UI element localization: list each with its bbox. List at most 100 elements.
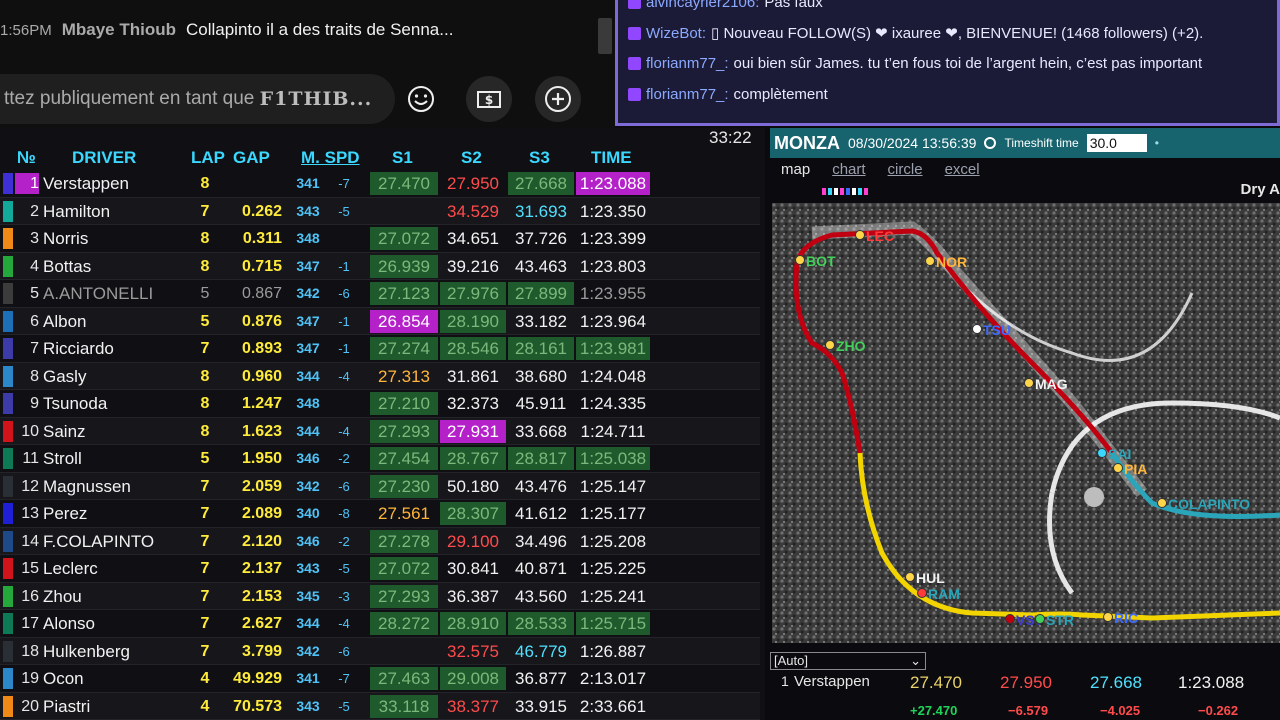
driver-marker[interactable] xyxy=(1097,448,1107,458)
cell-s2: 29.008 xyxy=(440,667,506,690)
table-row[interactable]: 2 Hamilton 7 0.262 343 -5 34.529 31.693 1:23.350 xyxy=(0,197,760,225)
cell-position: 1 xyxy=(15,173,39,194)
table-row[interactable]: 14 F.COLAPINTO 7 2.120 346 -2 27.278 29.100 34.4… xyxy=(0,527,760,555)
table-row[interactable]: 13 Perez 7 2.089 340 -8 27.561 28.307 41.612 1:25… xyxy=(0,500,760,528)
table-row[interactable]: 11 Stroll 5 1.950 346 -2 27.454 28.767 28.817 1:2… xyxy=(0,445,760,473)
message-time: 1:56PM xyxy=(0,21,52,39)
cell-lap: 7 xyxy=(200,202,210,220)
driver-marker[interactable] xyxy=(1005,614,1015,624)
superchat-button[interactable]: $ xyxy=(466,76,512,122)
team-color-marker xyxy=(3,695,13,717)
table-row[interactable]: 20 Piastri 4 70.573 343 -5 33.118 38.377 33.915 2… xyxy=(0,692,760,720)
header-s3[interactable]: S3 xyxy=(529,148,550,170)
table-row[interactable]: 16 Zhou 7 2.153 345 -3 27.293 36.387 43.560 1:25.… xyxy=(0,582,760,610)
table-row[interactable]: 7 Ricciardo 7 0.893 347 -1 27.274 28.546 28.161 1… xyxy=(0,335,760,363)
table-row[interactable]: 8 Gasly 8 0.960 344 -4 27.313 31.861 38.680 1:24.… xyxy=(0,362,760,390)
header-s1[interactable]: S1 xyxy=(392,148,413,170)
cell-speed-delta xyxy=(332,225,356,252)
driver-tag-label: HUL xyxy=(916,570,945,586)
driver-marker[interactable] xyxy=(1024,378,1034,388)
driver-marker[interactable] xyxy=(1113,463,1123,473)
cell-s3: 38.680 xyxy=(515,366,567,386)
table-row[interactable]: 12 Magnussen 7 2.059 342 -6 27.230 50.180 43.476… xyxy=(0,472,760,500)
driver-marker[interactable] xyxy=(925,256,935,266)
cell-speed-delta: -1 xyxy=(338,341,350,356)
chat-input[interactable]: ttez publiquement en tant que F1THIB... xyxy=(0,74,395,124)
table-row[interactable]: 4 Bottas 8 0.715 347 -1 26.939 39.216 43.463 1:23… xyxy=(0,252,760,280)
tab-excel[interactable]: excel xyxy=(945,161,980,178)
cell-s1: 27.072 xyxy=(370,227,438,250)
header-speed[interactable]: M. SPD xyxy=(301,148,360,170)
twitch-user[interactable]: WizeBot: xyxy=(646,25,706,42)
message-author[interactable]: Mbaye Thioub xyxy=(62,20,176,40)
driver-select[interactable]: [Auto] ⌄ xyxy=(770,652,926,670)
table-row[interactable]: 10 Sainz 8 1.623 344 -4 27.293 27.931 33.668 1:24… xyxy=(0,417,760,445)
driver-marker[interactable] xyxy=(855,230,865,240)
header-lap[interactable]: LAP xyxy=(191,148,225,170)
driver-marker[interactable] xyxy=(1035,614,1045,624)
status-dot: • xyxy=(1154,136,1159,150)
team-color-marker xyxy=(3,173,13,194)
driver-tag-label: BOT xyxy=(806,253,836,269)
cell-driver: Norris xyxy=(43,229,89,248)
twitch-text: oui bien sûr James. tu t’en fous toi de … xyxy=(733,55,1203,72)
cell-s2: 28.767 xyxy=(440,447,506,470)
team-color-marker xyxy=(3,530,13,552)
header-time[interactable]: TIME xyxy=(591,148,632,170)
twitch-message: florianm77_: complètement xyxy=(628,86,828,103)
cell-gap: 0.715 xyxy=(241,257,282,275)
chat-scrollbar[interactable] xyxy=(598,18,612,54)
cell-speed-delta: -2 xyxy=(338,451,350,466)
table-row[interactable]: 19 Ocon 4 49.929 341 -7 27.463 29.008 36.877 2:13… xyxy=(0,665,760,693)
tab-map[interactable]: map xyxy=(781,161,810,178)
twitch-user[interactable]: florianm77_: xyxy=(646,86,729,103)
driver-marker[interactable] xyxy=(825,340,835,350)
emoji-button[interactable] xyxy=(398,76,444,122)
header-driver[interactable]: DRIVER xyxy=(72,148,136,170)
cell-s1: 27.313 xyxy=(378,366,430,386)
cell-position: 18 xyxy=(21,642,39,660)
header-pos[interactable]: № xyxy=(17,148,36,170)
table-row[interactable]: 6 Albon 5 0.876 347 -1 26.854 28.190 33.182 1:23.… xyxy=(0,307,760,335)
driver-marker[interactable] xyxy=(1157,498,1167,508)
tab-circle[interactable]: circle xyxy=(888,161,923,178)
twitch-user[interactable]: florianm77_: xyxy=(646,55,729,72)
driver-marker[interactable] xyxy=(905,572,915,582)
cell-max-speed: 344 xyxy=(296,367,320,384)
add-button[interactable] xyxy=(535,76,581,122)
cell-s3: 45.911 xyxy=(515,394,567,413)
team-color-marker xyxy=(3,200,13,222)
driver-marker[interactable] xyxy=(795,255,805,265)
cell-s3: 40.871 xyxy=(515,559,567,578)
cell-s2: 29.100 xyxy=(447,531,499,551)
twitch-user[interactable]: alvincayrier2106: xyxy=(646,0,759,11)
table-row[interactable]: 15 Leclerc 7 2.137 343 -5 27.072 30.841 40.871 1:… xyxy=(0,555,760,583)
tab-chart[interactable]: chart xyxy=(832,161,865,178)
team-color-marker xyxy=(3,393,13,414)
table-row[interactable]: 17 Alonso 7 2.627 344 -4 28.272 28.910 28.533 1:2… xyxy=(0,610,760,638)
header-gap[interactable]: GAP xyxy=(233,148,270,170)
cell-max-speed: 342 xyxy=(296,642,320,659)
cell-gap: 3.799 xyxy=(241,642,282,660)
driver-tag-label: TSU xyxy=(983,322,1011,338)
cell-time: 1:25.038 xyxy=(576,447,650,470)
table-row[interactable]: 18 Hulkenberg 7 3.799 342 -6 32.575 46.779 1:26.… xyxy=(0,637,760,665)
cell-s3: 41.612 xyxy=(515,504,567,523)
cell-position: 8 xyxy=(30,367,39,385)
team-color-marker xyxy=(3,475,13,497)
cell-lap: 8 xyxy=(200,395,210,412)
table-row[interactable]: 9 Tsunoda 8 1.247 348 27.210 32.373 45.911 1:24.… xyxy=(0,390,760,418)
cell-time: 1:25.177 xyxy=(579,504,647,523)
table-row[interactable]: 1 Verstappen 8 341 -7 27.470 27.950 27.668 1:23.… xyxy=(0,170,760,198)
header-s2[interactable]: S2 xyxy=(461,148,482,170)
track-map[interactable]: BOTLECNORZHOTSUMAGSAIPIACOLAPINTOHULRAMV… xyxy=(772,203,1280,643)
emoji-icon xyxy=(408,86,434,112)
timeshift-input[interactable]: 30.0 xyxy=(1086,134,1147,152)
driver-marker[interactable] xyxy=(917,588,927,598)
cell-position: 15 xyxy=(21,560,39,577)
table-row[interactable]: 5 A.ANTONELLI 5 0.867 342 -6 27.123 27.976 27.89… xyxy=(0,280,760,308)
driver-marker[interactable] xyxy=(972,324,982,334)
table-row[interactable]: 3 Norris 8 0.311 348 27.072 34.651 37.726 1:23.3… xyxy=(0,225,760,253)
driver-marker[interactable] xyxy=(1103,612,1113,622)
cell-time: 1:25.225 xyxy=(579,559,647,578)
